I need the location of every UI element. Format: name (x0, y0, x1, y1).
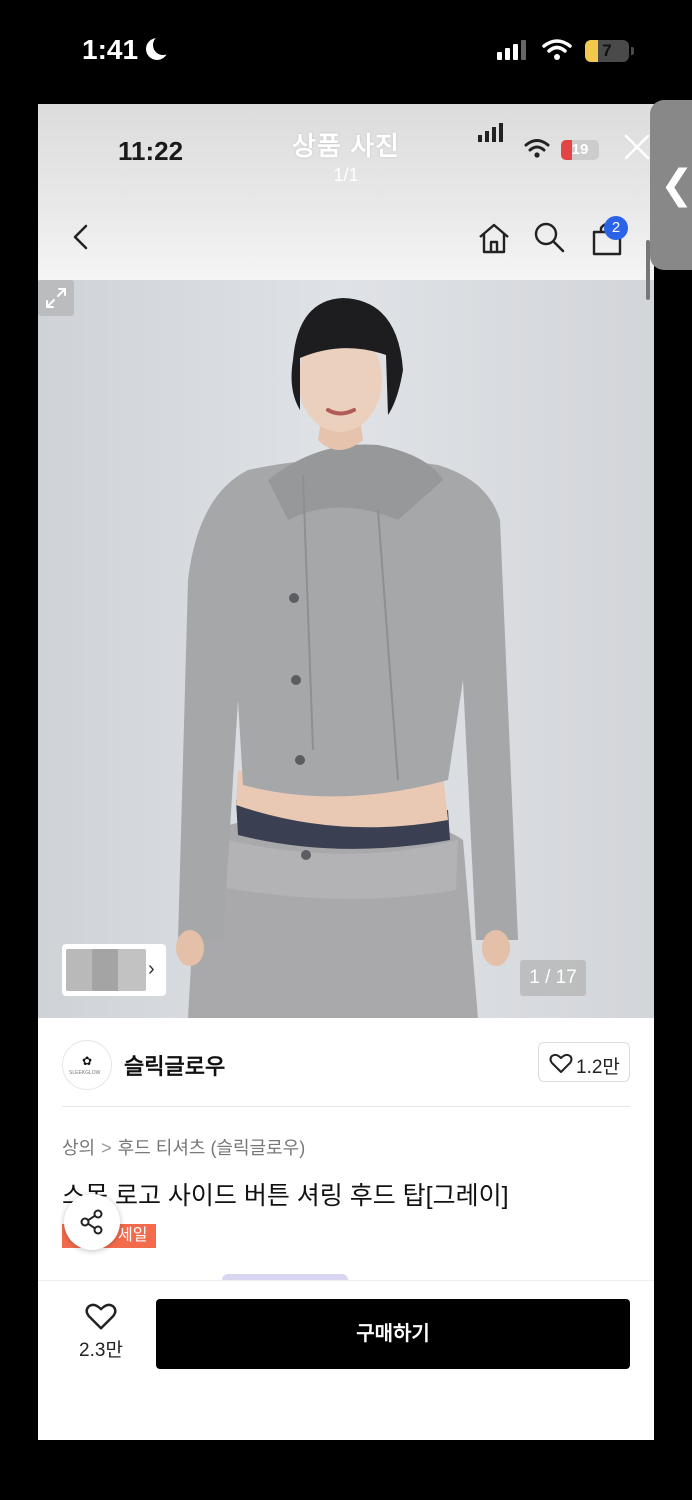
brand-name[interactable]: 슬릭글로우 (124, 1049, 225, 1081)
image-counter: 1 / 17 (520, 960, 586, 996)
inner-wifi-icon (524, 139, 550, 158)
inner-clock: 11:22 (118, 136, 184, 166)
product-photo-illustration (176, 298, 518, 1018)
share-button[interactable] (64, 1194, 120, 1250)
product-title: 스목 로고 사이드 버튼 셔링 후드 탑[그레이] (62, 1182, 509, 1210)
breadcrumb-separator: > (101, 1138, 112, 1158)
wishlist-count: 2.3만 (79, 1340, 123, 1361)
breadcrumb: 상의 > 후드 티셔츠 (슬릭글로우) (62, 1134, 305, 1160)
thumbnail-image[interactable] (118, 949, 146, 991)
scrollbar[interactable] (646, 240, 650, 300)
inner-battery-level: 19 (571, 141, 589, 158)
cart-count-badge: 2 (604, 216, 628, 240)
search-icon[interactable] (532, 220, 566, 254)
screenshot-viewer: 11:22 상품 사진 1/1 19 2 › 1 / 17 ✿ SLEEKGLO… (38, 104, 654, 1440)
heart-icon (85, 1303, 117, 1330)
viewer-page-count: 1/1 (333, 165, 359, 185)
chevron-right-icon[interactable]: › (148, 958, 155, 981)
thumbnail-image[interactable] (66, 949, 94, 991)
phone-clock: 1:41 (82, 34, 139, 65)
brand-logo-text: SLEEKGLOW (69, 1070, 101, 1076)
brand-logo-mark: ✿ (82, 1054, 93, 1068)
wishlist-button[interactable]: 2.3만 (68, 1301, 134, 1371)
divider (62, 1106, 630, 1107)
expand-icon[interactable] (38, 280, 74, 316)
heart-icon (549, 1053, 573, 1073)
bottom-action-bar: 2.3만 구매하기 (38, 1280, 654, 1440)
brand-like-button[interactable]: 1.2만 (538, 1042, 630, 1082)
back-arrow-icon[interactable] (68, 222, 96, 252)
viewer-title: 상품 사진 (292, 131, 400, 161)
product-photo[interactable]: › 1 / 17 (38, 280, 654, 1018)
brand-row[interactable]: ✿ SLEEKGLOW 슬릭글로우 1.2만 (38, 1018, 654, 1108)
phone-battery-level: 7 (602, 41, 612, 60)
chevron-left-icon: ❮ (660, 163, 692, 207)
breadcrumb-item-category[interactable]: 상의 (62, 1138, 95, 1158)
share-icon (80, 1209, 103, 1235)
phone-status-bar: 1:41 7 (0, 0, 692, 104)
thumbnail-strip[interactable]: › (62, 944, 166, 996)
viewer-header: 11:22 상품 사진 1/1 19 2 (38, 104, 654, 280)
wifi-icon (542, 39, 572, 60)
thumbnail-image[interactable] (92, 949, 120, 991)
brand-like-count: 1.2만 (576, 1057, 620, 1078)
inner-battery-icon: 19 (561, 140, 599, 160)
buy-button[interactable]: 구매하기 (156, 1299, 630, 1369)
phone-battery-icon: 7 (585, 40, 629, 62)
side-panel-tab[interactable]: ❮ (650, 100, 692, 270)
home-icon[interactable] (476, 220, 512, 256)
brand-logo[interactable]: ✿ SLEEKGLOW (62, 1040, 112, 1090)
close-icon[interactable] (622, 132, 652, 162)
breadcrumb-item-subcategory[interactable]: 후드 티셔츠 (슬릭글로우) (118, 1138, 306, 1158)
do-not-disturb-icon (146, 35, 173, 60)
